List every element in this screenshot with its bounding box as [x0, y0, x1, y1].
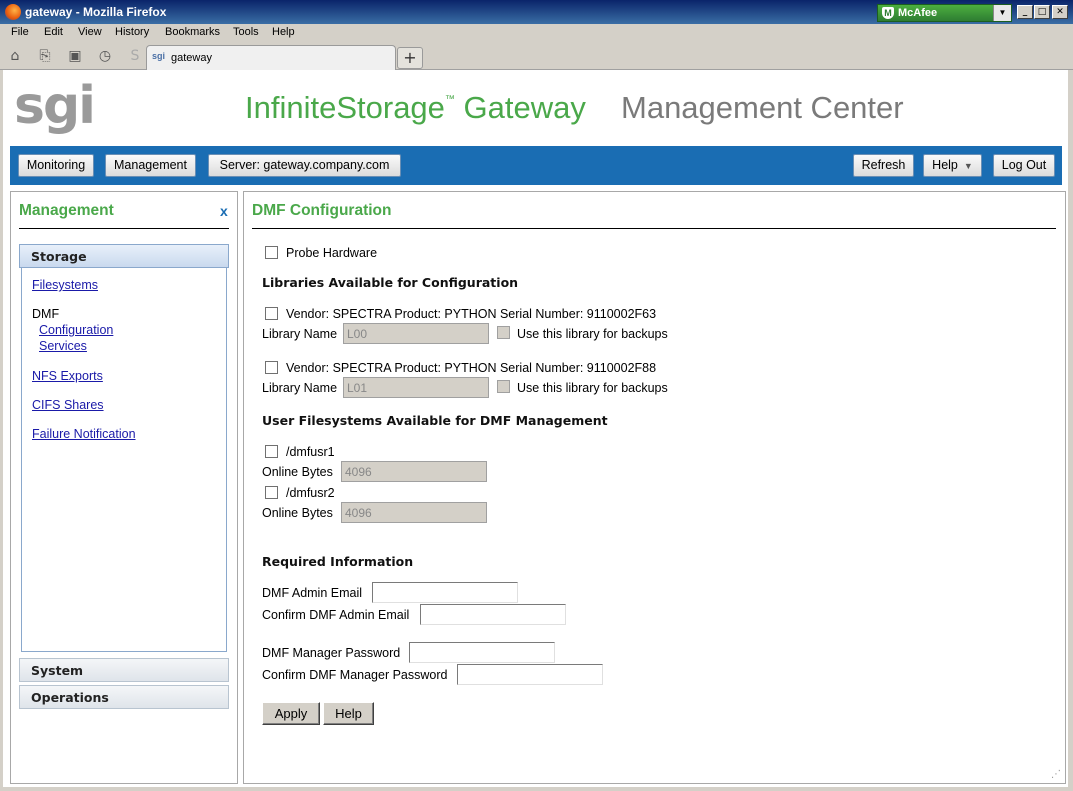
accordion-system[interactable]: System — [19, 658, 229, 682]
menu-help[interactable]: Help — [272, 26, 295, 38]
page-content: sgi InfiniteStorage™ Gateway Management … — [3, 70, 1068, 787]
filesystem-2-name: /dmfusr2 — [286, 486, 335, 500]
libraries-heading: Libraries Available for Configuration — [262, 275, 519, 290]
close-icon[interactable]: x — [220, 203, 228, 219]
title-divider — [252, 228, 1056, 229]
required-heading: Required Information — [262, 554, 414, 569]
sidebar-title: Management — [19, 202, 114, 219]
sidebar-divider — [19, 228, 229, 229]
history-clock-icon[interactable]: ◷ — [96, 47, 114, 65]
management-button[interactable]: Management — [105, 154, 196, 177]
copy-icon[interactable]: ⎘ — [36, 47, 54, 65]
caret-down-icon: ▼ — [963, 161, 973, 171]
nav-bar: Monitoring Management Server: gateway.co… — [10, 146, 1062, 185]
sgi-favicon-icon: sgi — [152, 51, 166, 61]
apply-button[interactable]: Apply — [262, 702, 320, 725]
menu-tools[interactable]: Tools — [233, 26, 259, 38]
sgi-small-icon[interactable]: S — [126, 47, 144, 65]
library-1-checkbox[interactable] — [265, 307, 278, 320]
probe-hardware-label: Probe Hardware — [286, 246, 378, 260]
library-2-backup-checkbox[interactable] — [497, 380, 510, 393]
accordion-operations[interactable]: Operations — [19, 685, 229, 709]
confirm-admin-email-label: Confirm DMF Admin Email — [262, 608, 410, 622]
minimize-button[interactable]: _ — [1017, 5, 1033, 19]
library-1-name-input[interactable] — [343, 323, 489, 344]
admin-email-label: DMF Admin Email — [262, 586, 363, 600]
sidebar-item-dmf: DMF — [32, 307, 60, 321]
menu-bar: File Edit View History Bookmarks Tools H… — [0, 24, 1073, 42]
menu-bookmarks[interactable]: Bookmarks — [165, 26, 220, 38]
storage-panel: Filesystems DMF Configuration Services N… — [21, 267, 227, 652]
library-1-description: Vendor: SPECTRA Product: PYTHON Serial N… — [286, 307, 657, 321]
filesystems-heading: User Filesystems Available for DMF Manag… — [262, 413, 608, 428]
sidebar-item-filesystems[interactable]: Filesystems — [32, 278, 98, 292]
close-window-button[interactable]: ✕ — [1052, 5, 1068, 19]
help-menu-button[interactable]: Help ▼ — [923, 154, 982, 177]
menu-view[interactable]: View — [78, 26, 102, 38]
brand-subtitle: Management Center — [621, 90, 904, 125]
sidebar-item-cifs-shares[interactable]: CIFS Shares — [32, 398, 104, 412]
menu-history[interactable]: History — [115, 26, 149, 38]
filesystem-1-checkbox[interactable] — [265, 445, 278, 458]
filesystem-2-bytes-label: Online Bytes — [262, 506, 333, 520]
firefox-icon — [5, 4, 21, 20]
accordion-storage[interactable]: Storage — [19, 244, 229, 268]
library-1-backup-label: Use this library for backups — [517, 327, 668, 341]
manager-password-label: DMF Manager Password — [262, 646, 401, 660]
confirm-manager-password-field[interactable] — [457, 664, 603, 685]
probe-hardware-checkbox[interactable] — [265, 246, 278, 259]
main-panel: DMF Configuration Probe Hardware Librari… — [243, 191, 1066, 784]
sgi-logo: sgi — [14, 76, 96, 136]
confirm-admin-email-field[interactable] — [420, 604, 566, 625]
brand-gateway: Gateway — [454, 90, 586, 125]
menu-file[interactable]: File — [11, 26, 29, 38]
trademark: ™ — [444, 94, 455, 105]
sidebar-item-services[interactable]: Services — [39, 339, 87, 353]
mcafee-label: McAfee — [898, 7, 938, 19]
refresh-button[interactable]: Refresh — [853, 154, 914, 177]
filesystem-1-bytes-label: Online Bytes — [262, 465, 333, 479]
sidebar: Management x Storage Filesystems DMF Con… — [10, 191, 238, 784]
chevron-down-icon[interactable]: ▼ — [993, 5, 1011, 21]
filesystem-1-name: /dmfusr1 — [286, 445, 335, 459]
window-titlebar: gateway - Mozilla Firefox M McAfee ▼ _ □… — [0, 0, 1073, 24]
server-button[interactable]: Server: gateway.company.com — [208, 154, 401, 177]
confirm-manager-password-label: Confirm DMF Manager Password — [262, 668, 448, 682]
library-2-description: Vendor: SPECTRA Product: PYTHON Serial N… — [286, 361, 657, 375]
help-button[interactable]: Help — [323, 702, 374, 725]
sidebar-item-configuration[interactable]: Configuration — [39, 323, 113, 337]
filesystem-2-checkbox[interactable] — [265, 486, 278, 499]
logout-button[interactable]: Log Out — [993, 154, 1055, 177]
sidebar-item-failure-notification[interactable]: Failure Notification — [32, 427, 136, 441]
library-2-backup-label: Use this library for backups — [517, 381, 668, 395]
library-2-name-label: Library Name — [262, 381, 338, 395]
filesystem-2-bytes-input[interactable] — [341, 502, 487, 523]
mcafee-widget[interactable]: M McAfee ▼ — [877, 4, 1012, 22]
manager-password-field[interactable] — [409, 642, 555, 663]
browser-toolbar: ⌂ ⎘ ▣ ◷ S sgi gateway + — [0, 42, 1073, 70]
library-2-name-input[interactable] — [343, 377, 489, 398]
brand-main: InfiniteStorage — [245, 90, 445, 125]
bookmark-icon[interactable]: ▣ — [66, 47, 84, 65]
new-tab-button[interactable]: + — [397, 47, 423, 69]
filesystem-1-bytes-input[interactable] — [341, 461, 487, 482]
page-title: DMF Configuration — [252, 202, 392, 219]
mcafee-shield-icon: M — [882, 7, 894, 19]
maximize-button[interactable]: □ — [1034, 5, 1050, 19]
tab-gateway[interactable]: sgi gateway — [146, 45, 396, 70]
help-menu-label: Help — [932, 158, 958, 172]
brand-title: InfiniteStorage™ Gateway — [245, 90, 586, 126]
window-title: gateway - Mozilla Firefox — [25, 5, 167, 19]
library-2-checkbox[interactable] — [265, 361, 278, 374]
tab-label: gateway — [171, 52, 212, 64]
sidebar-item-nfs-exports[interactable]: NFS Exports — [32, 369, 103, 383]
monitoring-button[interactable]: Monitoring — [18, 154, 94, 177]
admin-email-field[interactable] — [372, 582, 518, 603]
home-icon[interactable]: ⌂ — [6, 47, 24, 65]
resize-grip-icon[interactable]: ⋰ — [1051, 769, 1063, 781]
menu-edit[interactable]: Edit — [44, 26, 63, 38]
library-1-backup-checkbox[interactable] — [497, 326, 510, 339]
library-1-name-label: Library Name — [262, 327, 338, 341]
